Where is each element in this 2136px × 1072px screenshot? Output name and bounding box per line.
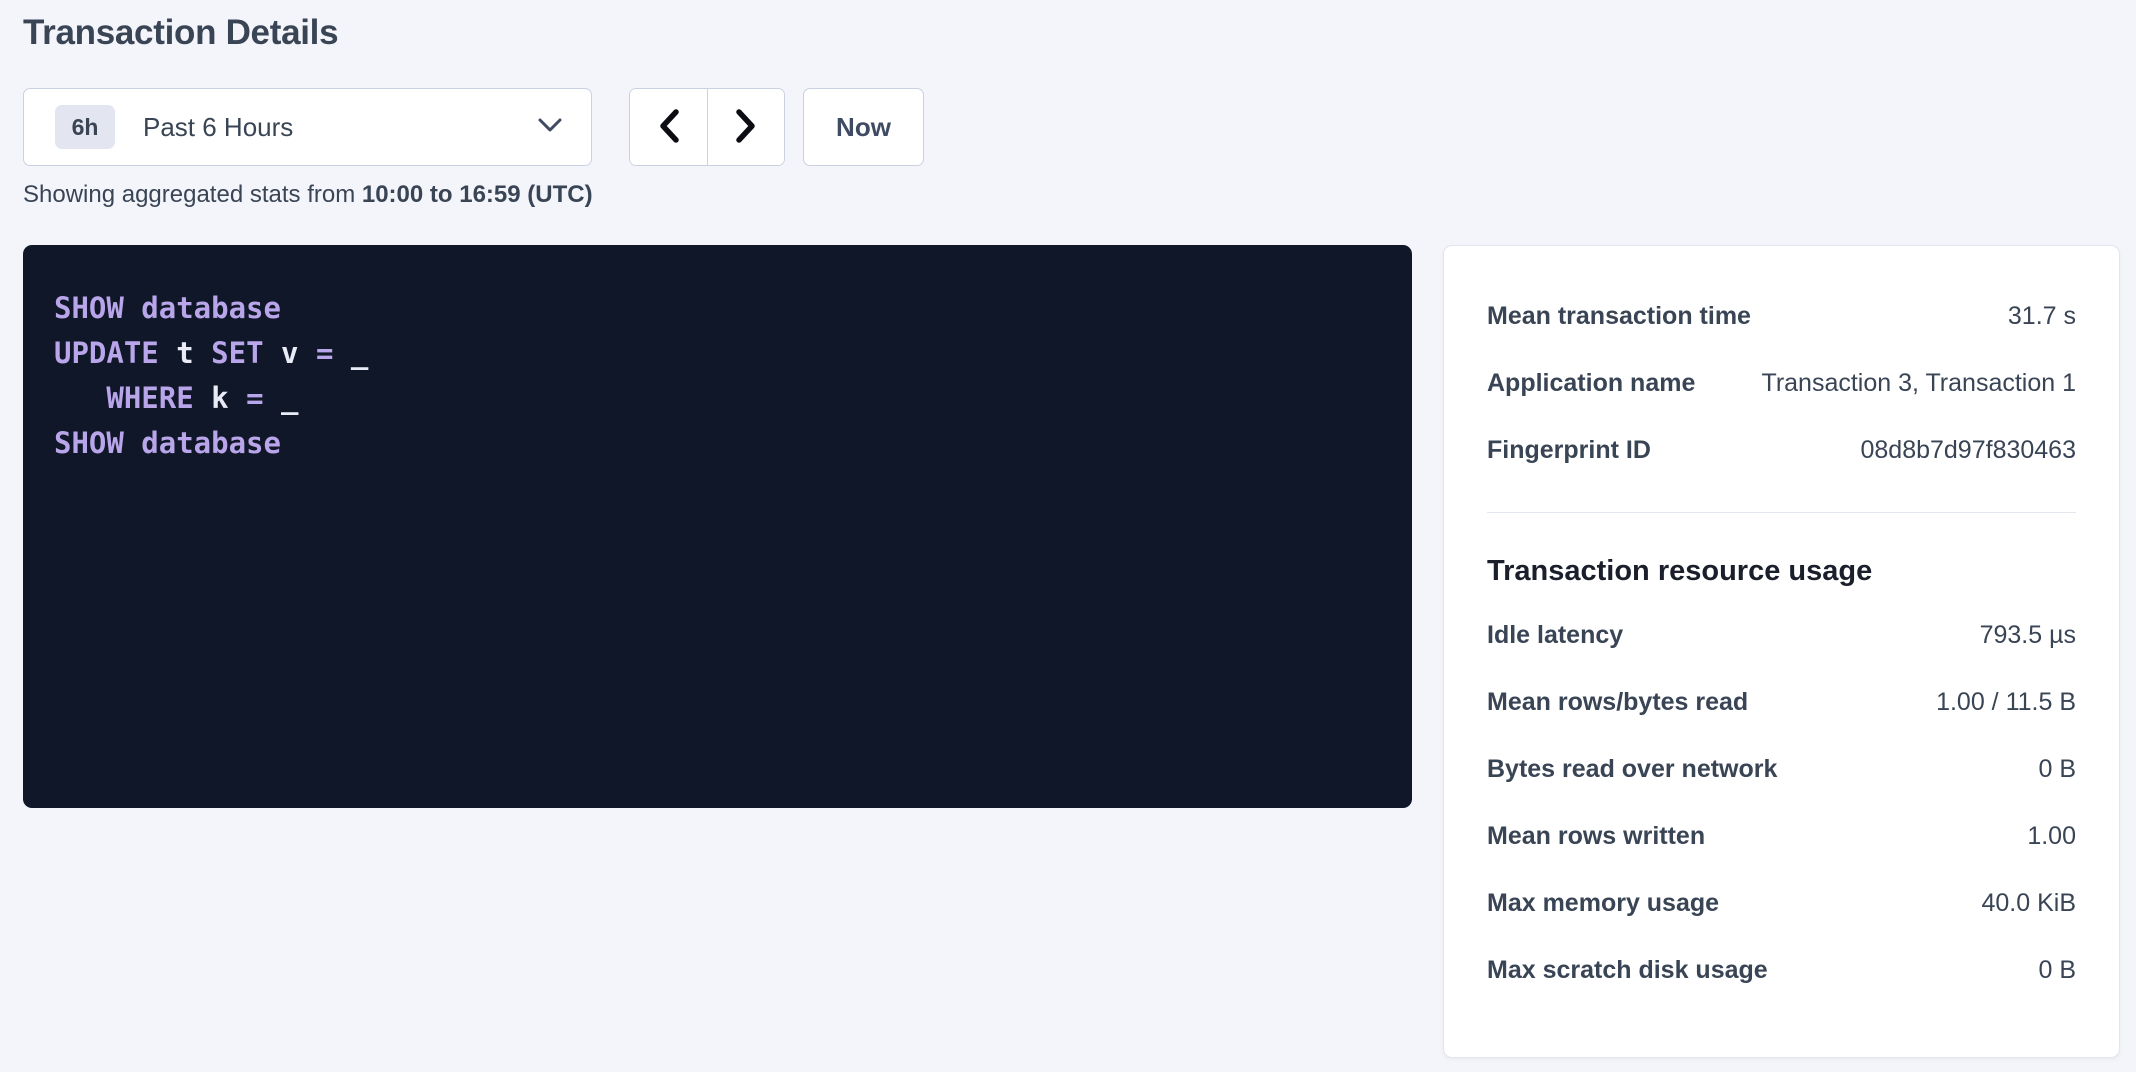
sql-code: SHOW database UPDATE t SET v = _ WHERE k … — [54, 286, 1376, 466]
now-button[interactable]: Now — [803, 88, 924, 166]
sql-identifier-token: v — [264, 336, 316, 370]
stat-row: Idle latency 793.5 µs — [1487, 602, 2076, 669]
stat-value: 40.0 KiB — [1981, 889, 2076, 918]
sql-line: UPDATE t SET v = _ — [54, 331, 1376, 376]
stat-value: 31.7 s — [2008, 302, 2076, 331]
stat-value: 0 B — [2038, 956, 2076, 985]
stat-row: Application name Transaction 3, Transacti… — [1487, 350, 2076, 417]
sql-line: SHOW database — [54, 286, 1376, 331]
sql-identifier-token — [54, 381, 106, 415]
stat-row: Mean transaction time 31.7 s — [1487, 283, 2076, 350]
stat-value: 1.00 — [2027, 822, 2076, 851]
stat-label: Max scratch disk usage — [1487, 956, 1768, 985]
sql-line: WHERE k = _ — [54, 376, 1376, 421]
stat-label: Mean transaction time — [1487, 302, 1751, 331]
stat-label: Mean rows written — [1487, 822, 1705, 851]
sql-identifier-token: k — [194, 381, 246, 415]
sql-keyword-token: = — [316, 336, 333, 370]
stat-label: Max memory usage — [1487, 889, 1719, 918]
time-controls: 6h Past 6 Hours Now — [23, 88, 924, 166]
stat-label: Idle latency — [1487, 621, 1623, 650]
stat-label: Bytes read over network — [1487, 755, 1777, 784]
stat-label: Application name — [1487, 369, 1695, 398]
time-step-buttons — [629, 88, 785, 166]
stat-row: Bytes read over network 0 B — [1487, 736, 2076, 803]
sql-keyword-token: UPDATE — [54, 336, 159, 370]
sql-keyword-token: WHERE — [106, 381, 193, 415]
sql-line: SHOW database — [54, 421, 1376, 466]
stat-row: Max scratch disk usage 0 B — [1487, 937, 2076, 1004]
stat-value: 0 B — [2038, 755, 2076, 784]
time-range-label: Past 6 Hours — [143, 112, 538, 143]
summary-rows: Mean transaction time 31.7 s Application n… — [1487, 283, 2076, 484]
stat-label: Fingerprint ID — [1487, 436, 1651, 465]
stat-value: Transaction 3, Transaction 1 — [1761, 369, 2076, 398]
sql-identifier-token: _ — [264, 381, 299, 415]
page-title: Transaction Details — [23, 13, 338, 53]
stat-value: 08d8b7d97f830463 — [1860, 436, 2076, 465]
chevron-left-icon — [657, 109, 681, 146]
aggregation-range: 10:00 to 16:59 (UTC) — [362, 181, 593, 208]
stat-label: Mean rows/bytes read — [1487, 688, 1748, 717]
stat-row: Mean rows written 1.00 — [1487, 803, 2076, 870]
card-divider — [1487, 512, 2076, 513]
time-range-dropdown[interactable]: 6h Past 6 Hours — [23, 88, 592, 166]
sql-identifier-token: _ — [333, 336, 368, 370]
stat-row: Max memory usage 40.0 KiB — [1487, 870, 2076, 937]
aggregation-period-text: Showing aggregated stats from 10:00 to 1… — [23, 181, 593, 209]
sql-keyword-token: SHOW database — [54, 291, 281, 325]
stat-value: 1.00 / 11.5 B — [1936, 688, 2076, 717]
stat-row: Mean rows/bytes read 1.00 / 11.5 B — [1487, 669, 2076, 736]
stat-row: Fingerprint ID 08d8b7d97f830463 — [1487, 417, 2076, 484]
resource-rows: Idle latency 793.5 µs Mean rows/bytes read… — [1487, 602, 2076, 1004]
stat-value: 793.5 µs — [1980, 621, 2076, 650]
time-interval-badge: 6h — [55, 105, 115, 149]
chevron-right-icon — [734, 109, 758, 146]
prev-time-button[interactable] — [630, 89, 707, 165]
chevron-down-icon — [538, 118, 562, 137]
transaction-stats-card: Mean transaction time 31.7 s Application n… — [1443, 245, 2120, 1058]
resource-usage-heading: Transaction resource usage — [1487, 555, 2076, 588]
next-time-button[interactable] — [707, 89, 784, 165]
sql-keyword-token: = — [246, 381, 263, 415]
sql-identifier-token: t — [159, 336, 211, 370]
sql-statement-box: SHOW database UPDATE t SET v = _ WHERE k … — [23, 245, 1412, 808]
sql-keyword-token: SET — [211, 336, 263, 370]
sql-keyword-token: SHOW database — [54, 426, 281, 460]
aggregation-prefix: Showing aggregated stats from — [23, 181, 362, 208]
